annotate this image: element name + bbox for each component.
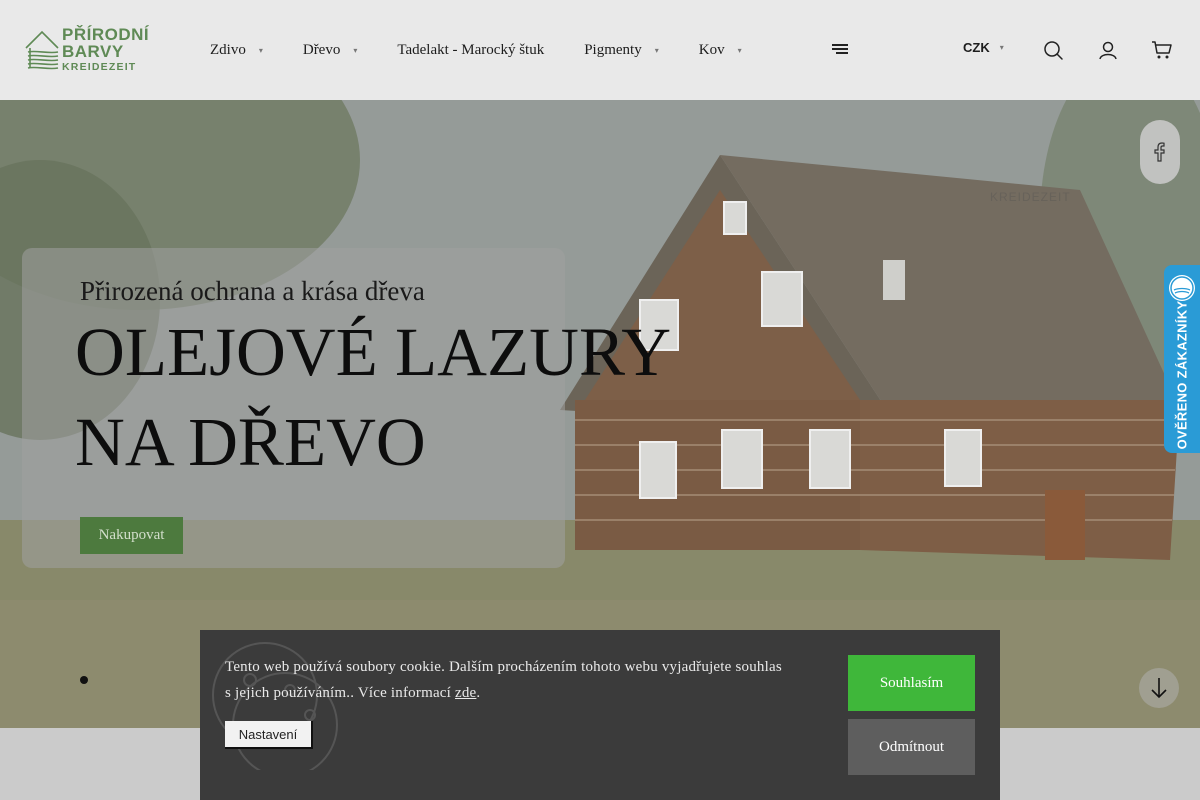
cookie-text-end: . [476, 685, 481, 701]
nav-item-label: Kov [698, 41, 725, 58]
cookie-consent-bar: Tento web používá soubory cookie. Dalším… [200, 630, 1000, 800]
slider-dot-active[interactable] [80, 676, 88, 684]
nav-item-label: Tadelakt - Marocký štuk [397, 41, 545, 58]
arrow-down-icon [1151, 678, 1167, 699]
nav-item-zdivo[interactable]: Zdivo ▾ [210, 42, 263, 59]
hero-watermark: KREIDEZEIT [990, 190, 1071, 204]
nav-item-pigmenty[interactable]: Pigmenty ▾ [584, 42, 659, 59]
nav-item-label: Pigmenty [584, 41, 642, 58]
chevron-down-icon: ▾ [258, 45, 263, 55]
hero-title-line2: NA DŘEVO [75, 404, 426, 480]
user-icon[interactable] [1097, 39, 1119, 61]
hero-title-line1: OLEJOVÉ LAZURY [75, 314, 672, 390]
logo-mark-icon [25, 30, 59, 70]
logo-line1: PŘÍRODNÍ [62, 24, 150, 44]
shop-now-button[interactable]: Nakupovat [80, 517, 183, 554]
nav-item-drevo[interactable]: Dřevo ▾ [303, 42, 358, 59]
currency-selector[interactable]: CZK ▾ [963, 40, 1004, 55]
logo-line2: BARVY [62, 41, 124, 61]
cookie-message: Tento web používá soubory cookie. Dalším… [225, 654, 785, 706]
verified-customers-badge[interactable]: OVĚŘENO ZÁKAZNÍKY [1164, 265, 1200, 453]
hamburger-icon[interactable] [832, 44, 848, 56]
accept-cookies-button[interactable]: Souhlasím [848, 655, 975, 711]
scroll-down-button[interactable] [1139, 668, 1179, 708]
nav-item-kov[interactable]: Kov ▾ [699, 42, 742, 59]
currency-label: CZK [963, 40, 990, 55]
cookie-text-main: Tento web používá soubory cookie. Dalším… [225, 659, 782, 701]
chevron-down-icon: ▾ [999, 43, 1004, 52]
cookie-settings-button[interactable]: Nastavení [225, 721, 313, 749]
chevron-down-icon: ▾ [353, 45, 358, 55]
facebook-button[interactable] [1140, 120, 1180, 184]
main-nav: Zdivo ▾ Dřevo ▾ Tadelakt - Marocký štuk … [210, 0, 782, 100]
nav-item-label: Zdivo [210, 41, 246, 58]
verified-logo-icon [1169, 275, 1195, 301]
cart-icon[interactable] [1151, 39, 1173, 61]
chevron-down-icon: ▾ [737, 45, 742, 55]
chevron-down-icon: ▾ [654, 45, 659, 55]
verified-badge-label: OVĚŘENO ZÁKAZNÍKY [1174, 300, 1190, 450]
nav-item-tadelakt[interactable]: Tadelakt - Marocký štuk [397, 42, 544, 59]
search-icon[interactable] [1042, 39, 1064, 61]
hero-subtitle: Přirozená ochrana a krása dřeva [80, 276, 425, 306]
cookie-more-info-link[interactable]: zde [455, 685, 476, 701]
logo-line3: KREIDEZEIT [62, 60, 137, 73]
facebook-icon [1154, 142, 1165, 162]
site-logo[interactable]: PŘÍRODNÍ BARVY KREIDEZEIT [24, 26, 154, 72]
site-header: PŘÍRODNÍ BARVY KREIDEZEIT Zdivo ▾ Dřevo … [0, 0, 1200, 100]
nav-item-label: Dřevo [302, 41, 341, 58]
decline-cookies-button[interactable]: Odmítnout [848, 719, 975, 775]
